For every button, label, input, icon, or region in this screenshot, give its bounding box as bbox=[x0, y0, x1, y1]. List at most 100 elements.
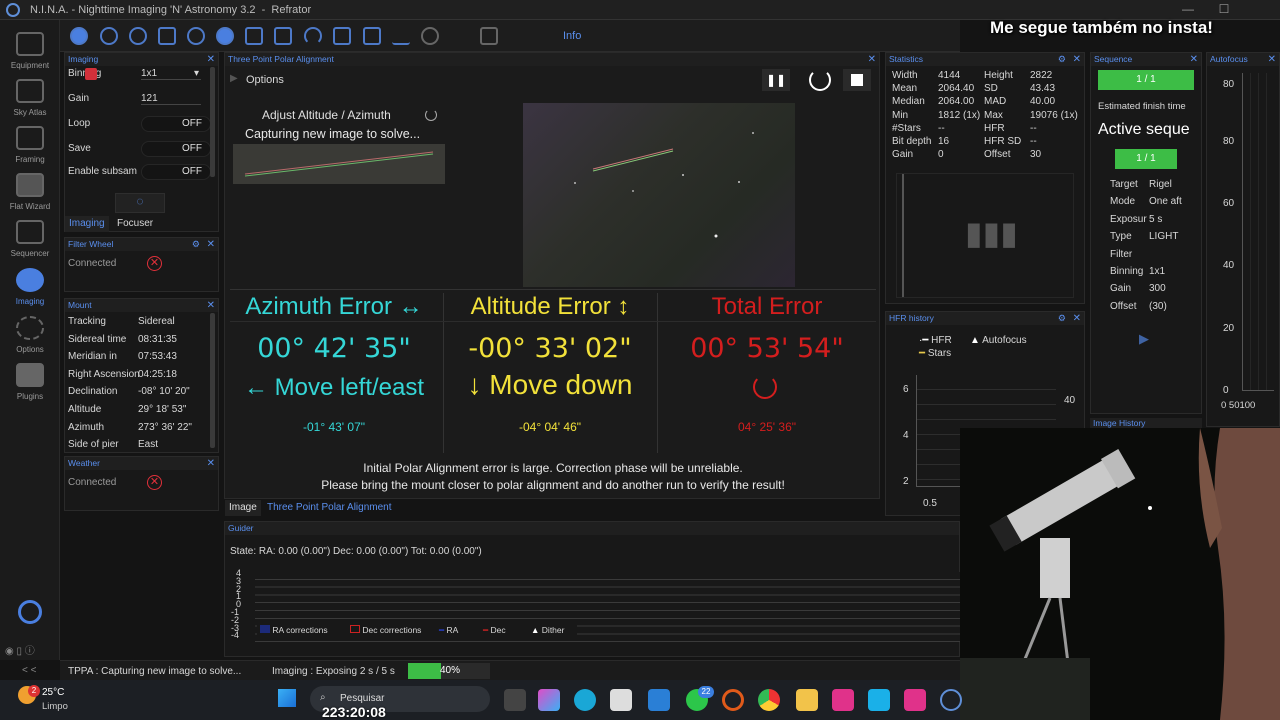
nav-options[interactable]: Options bbox=[0, 314, 60, 360]
binning-select[interactable]: 1x1 ▾ bbox=[141, 68, 201, 80]
pause-button[interactable]: ❚❚ bbox=[762, 69, 790, 91]
collapse-nav-button[interactable]: < < bbox=[22, 665, 36, 676]
filter-wheel-icon[interactable] bbox=[100, 27, 118, 45]
finish-time-label: Estimated finish time bbox=[1098, 101, 1186, 112]
gain-input[interactable]: 121 bbox=[141, 93, 201, 105]
weather-desc: Limpo bbox=[42, 701, 68, 712]
bar-chart-icon[interactable] bbox=[363, 27, 381, 45]
loop-toggle[interactable]: OFF bbox=[141, 116, 211, 132]
stat-label: Bit depth bbox=[892, 136, 932, 147]
folder-icon[interactable] bbox=[796, 689, 818, 711]
sliders-icon[interactable] bbox=[274, 27, 292, 45]
app-icon[interactable] bbox=[648, 689, 670, 711]
weather-header: Weather ✕ bbox=[65, 457, 218, 470]
tppa-panel: Three Point Polar Alignment ✕ ▶ Options ❚… bbox=[224, 52, 880, 499]
azimuth-error-title: Azimuth Error ↔ bbox=[245, 293, 423, 320]
tab-image[interactable]: Image bbox=[225, 500, 261, 516]
stat-value: -- bbox=[938, 122, 945, 134]
stop-button[interactable] bbox=[843, 69, 871, 91]
azimuth-move-hint: ← Move left/east bbox=[243, 374, 425, 401]
altitude-move-hint: ↓ Move down bbox=[467, 369, 633, 400]
copilot-icon[interactable] bbox=[538, 689, 560, 711]
stat-value: 2064.40 bbox=[938, 83, 975, 95]
disconnected-icon[interactable]: ✕ bbox=[147, 475, 162, 490]
snapshot-button[interactable]: ◌ bbox=[115, 193, 165, 213]
stat-value: 43.43 bbox=[1030, 83, 1056, 95]
scrollbar[interactable] bbox=[210, 67, 215, 177]
maximize-button[interactable]: ☐ bbox=[1216, 2, 1232, 18]
loop-label: Loop bbox=[68, 118, 91, 129]
azimuth-detail: -01° 43' 07" bbox=[302, 420, 366, 434]
subsample-toggle[interactable]: OFF bbox=[141, 164, 211, 180]
opera-icon[interactable] bbox=[722, 689, 744, 711]
mount-row-value: Sidereal bbox=[138, 316, 175, 327]
stat-label: Gain bbox=[892, 149, 914, 161]
focuser-icon[interactable] bbox=[129, 27, 147, 45]
list-icon[interactable] bbox=[245, 27, 263, 45]
shield-icon[interactable] bbox=[480, 27, 498, 45]
rotator-icon[interactable] bbox=[187, 27, 205, 45]
tppa-header: Three Point Polar Alignment ✕ bbox=[225, 53, 879, 66]
power-icon[interactable] bbox=[18, 600, 42, 624]
camera-icon[interactable] bbox=[70, 27, 88, 45]
nav-imaging[interactable]: Imaging bbox=[0, 266, 60, 312]
chrome-icon[interactable] bbox=[758, 689, 780, 711]
store-icon[interactable] bbox=[610, 689, 632, 711]
tab-three-point-polar-alignment[interactable]: Three Point Polar Alignment bbox=[263, 500, 396, 516]
target-icon[interactable] bbox=[216, 27, 234, 45]
imaging-status: Imaging : Exposing 2 s / 5 s bbox=[272, 666, 395, 677]
task-view-icon[interactable] bbox=[504, 689, 526, 711]
total-error-value: 00° 53' 54" bbox=[690, 333, 844, 364]
tab-focuser[interactable]: Focuser bbox=[113, 216, 157, 232]
statistics-panel: Statistics ⚙ ✕ Width 4144 Mean 2064.40 Median 2… bbox=[885, 52, 1085, 304]
statistics-header: Statistics ⚙ ✕ bbox=[886, 53, 1084, 66]
app-icon[interactable] bbox=[868, 689, 890, 711]
edge-icon[interactable] bbox=[574, 689, 596, 711]
save-toggle[interactable]: OFF bbox=[141, 141, 211, 157]
nav-sequencer[interactable]: Sequencer bbox=[0, 218, 60, 264]
pink-app-icon[interactable] bbox=[904, 689, 926, 711]
windows-start-icon[interactable] bbox=[278, 689, 296, 707]
mount-header: Mount ✕ bbox=[65, 299, 218, 312]
notification-badge: 2 bbox=[28, 685, 40, 697]
autofocus-panel: Autofocus ✕ 80 80 60 40 20 0 0 50100 bbox=[1206, 52, 1280, 427]
warning-message-2: Please bring the mount closer to polar a… bbox=[321, 478, 785, 492]
sequence-row-label: Mode bbox=[1110, 196, 1136, 208]
nav-framing[interactable]: Framing bbox=[0, 124, 60, 170]
y-tick: 4 bbox=[903, 430, 909, 441]
bulb-icon[interactable] bbox=[421, 27, 439, 45]
tab-imaging[interactable]: Imaging bbox=[65, 216, 109, 232]
progress-text: 40% bbox=[440, 665, 461, 676]
house-icon[interactable] bbox=[333, 27, 351, 45]
wave-icon[interactable] bbox=[392, 27, 410, 45]
pink-app-icon[interactable] bbox=[832, 689, 854, 711]
nav-equipment[interactable]: Equipment bbox=[0, 30, 60, 76]
disconnected-icon[interactable]: ✕ bbox=[147, 256, 162, 271]
bar-chart-icon: ▮▮▮ bbox=[965, 215, 1018, 251]
sequence-row-value: (30) bbox=[1149, 300, 1167, 312]
scrollbar[interactable] bbox=[210, 313, 215, 448]
stat-label: Min bbox=[892, 109, 909, 121]
star-field-image[interactable] bbox=[523, 103, 795, 287]
weather-temp: 25°C bbox=[42, 687, 65, 698]
options-expander[interactable]: Options bbox=[246, 74, 284, 86]
info-tab[interactable]: Info bbox=[563, 30, 581, 42]
stat-value: 19076 (1x) bbox=[1030, 109, 1078, 121]
azimuth-error-value: 00° 42' 35" bbox=[257, 333, 411, 364]
stat-value: 0 bbox=[938, 149, 944, 161]
y2-tick: 40 bbox=[1064, 395, 1076, 406]
mount-row-label: Azimuth bbox=[68, 421, 105, 433]
crosshair-icon[interactable] bbox=[158, 27, 176, 45]
expand-icon[interactable]: ▶ bbox=[230, 73, 238, 84]
nina-taskbar-icon[interactable] bbox=[940, 689, 962, 711]
nav-sky-atlas[interactable]: Sky Atlas bbox=[0, 77, 60, 123]
minimize-button[interactable]: — bbox=[1180, 2, 1196, 18]
stat-value: 40.00 bbox=[1030, 96, 1056, 108]
nav-label: Equipment bbox=[10, 61, 50, 70]
weather-panel: Weather ✕ Connected ✕ bbox=[64, 456, 219, 511]
nav-flat-wizard[interactable]: Flat Wizard bbox=[0, 171, 60, 217]
play-icon[interactable]: ▶ bbox=[1139, 331, 1149, 347]
dome-icon[interactable] bbox=[304, 27, 322, 45]
nav-plugins[interactable]: Plugins bbox=[0, 361, 60, 407]
sequence-header: Sequence ✕ bbox=[1091, 53, 1201, 66]
